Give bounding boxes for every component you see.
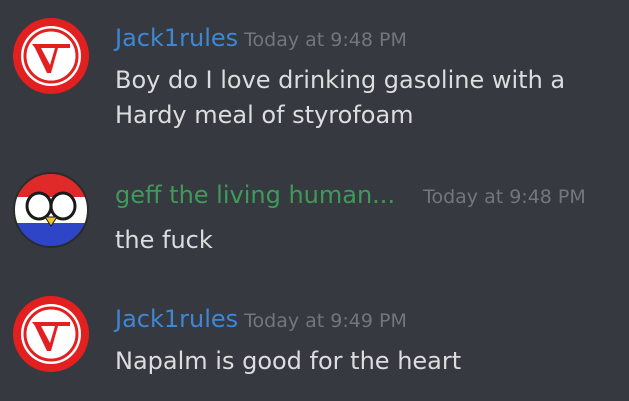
message-header: geff the living human... Today at 9:48 PM [115, 183, 586, 207]
author-name[interactable]: Jack1rules [115, 24, 238, 52]
countryball-icon [13, 172, 89, 248]
message-content: the fuck [115, 226, 213, 254]
red-circle-v-logo-icon [13, 296, 89, 372]
timestamp: Today at 9:49 PM [244, 310, 407, 332]
message-item: Jack1rules Today at 9:49 PM Napalm is goo… [0, 280, 629, 401]
avatar[interactable] [12, 295, 90, 373]
avatar[interactable] [12, 171, 90, 249]
message-content: Napalm is good for the heart [115, 347, 462, 375]
message-item: geff the living human... Today at 9:48 PM… [0, 150, 629, 280]
message-content: Boy do I love drinking gasoline with a H… [115, 66, 566, 129]
timestamp: Today at 9:48 PM [244, 29, 407, 51]
author-name[interactable]: geff the living human... [115, 181, 395, 209]
avatar[interactable] [12, 17, 90, 95]
message-item: Jack1rules Today at 9:48 PM Boy do I love… [0, 0, 629, 150]
message-header: Jack1rules Today at 9:49 PM [115, 307, 407, 331]
timestamp: Today at 9:48 PM [423, 186, 586, 208]
message-header: Jack1rules Today at 9:48 PM [115, 26, 407, 50]
author-name[interactable]: Jack1rules [115, 305, 238, 333]
chat-messages: Jack1rules Today at 9:48 PM Boy do I love… [0, 0, 629, 401]
red-circle-v-logo-icon [13, 18, 89, 94]
